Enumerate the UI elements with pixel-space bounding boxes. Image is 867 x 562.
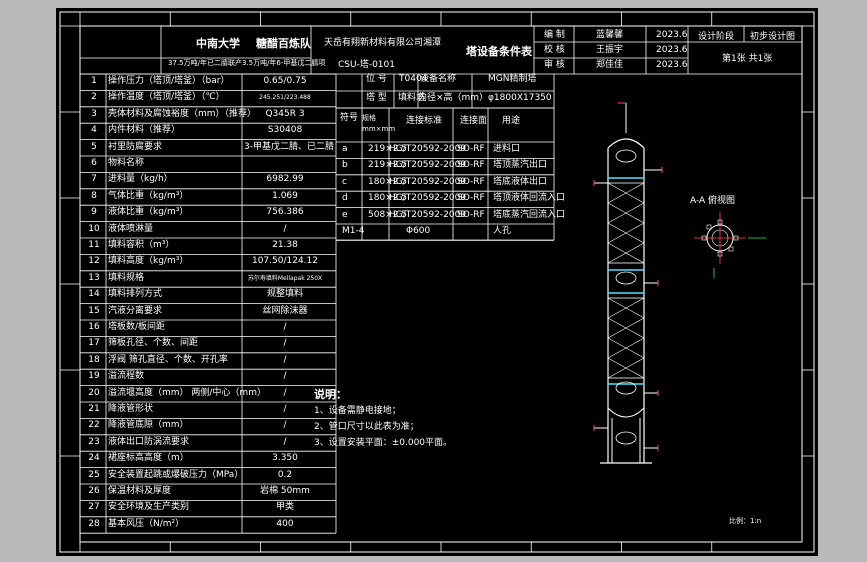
- top-head: [607, 138, 645, 149]
- plan-nozzle: [706, 224, 712, 230]
- plan-nozzle: [728, 246, 734, 252]
- drawing-sheet: 中南大学 糖醋百炼队 天岳有翔新材料有限公司湘潭 塔设备条件表 37.5万吨/年…: [56, 8, 818, 556]
- packing-bed: [607, 297, 645, 379]
- packing-bed: [607, 182, 645, 264]
- column-drawing: [593, 102, 766, 464]
- bottom-head: [607, 407, 645, 418]
- manhole: [615, 271, 637, 285]
- manhole: [615, 149, 637, 163]
- manhole: [615, 431, 637, 445]
